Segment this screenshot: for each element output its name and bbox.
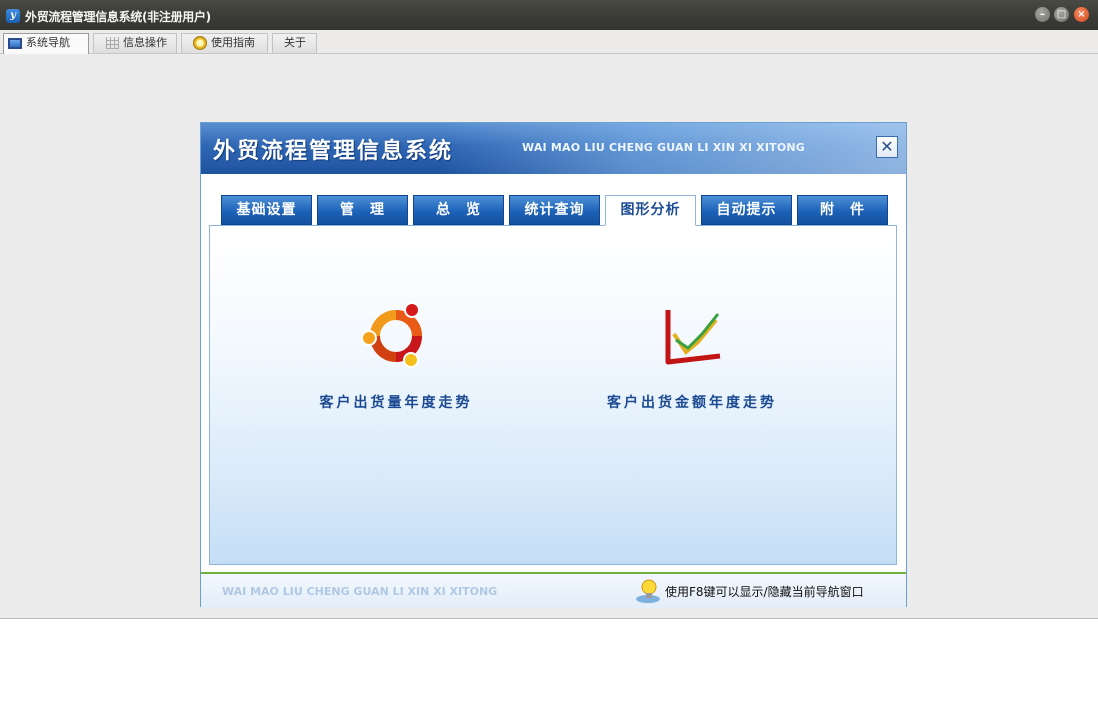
close-icon: ×	[1077, 9, 1086, 20]
title-bar[interactable]: y 外贸流程管理信息系统(非注册用户) – □ ×	[0, 0, 1098, 30]
lightbulb-icon	[636, 579, 660, 603]
tab-basic-settings[interactable]: 基础设置	[221, 195, 312, 225]
close-icon: ✕	[880, 137, 894, 156]
ring-chart-icon	[361, 302, 422, 368]
tab-label: 总 览	[436, 202, 481, 218]
tab-statistics-query[interactable]: 统计查询	[509, 195, 600, 225]
tab-label: 管 理	[340, 202, 385, 218]
tab-auto-reminder[interactable]: 自动提示	[701, 195, 792, 225]
minimize-button[interactable]: –	[1035, 7, 1050, 22]
tab-label: 附 件	[820, 202, 865, 218]
tab-label: 自动提示	[716, 202, 777, 218]
footer-hint: 使用F8键可以显示/隐藏当前导航窗口	[665, 585, 864, 599]
tab-info-operation[interactable]: 信息操作	[93, 33, 177, 53]
top-tab-bar: 系统导航 信息操作 使用指南 关于	[0, 30, 1098, 54]
tab-label: 信息操作	[123, 36, 167, 49]
feature-shipment-volume-trend[interactable]: 客户出货量年度走势	[276, 296, 516, 412]
tab-label: 图形分析	[620, 202, 681, 218]
maximize-button[interactable]: □	[1054, 7, 1069, 22]
tab-about[interactable]: 关于	[272, 33, 317, 53]
tab-user-guide[interactable]: 使用指南	[181, 33, 268, 53]
tab-label: 统计查询	[524, 202, 585, 218]
clock-icon	[193, 36, 207, 50]
tab-label: 关于	[284, 36, 306, 49]
navigator-close-button[interactable]: ✕	[876, 136, 898, 158]
minimize-icon: –	[1040, 9, 1045, 20]
navigator-tabs: 基础设置 管 理 总 览 统计查询 图形分析 自动提示 附 件	[201, 174, 906, 226]
maximize-icon: □	[1056, 9, 1067, 20]
feature-shipment-amount-trend[interactable]: 客户出货金额年度走势	[572, 296, 812, 412]
app-window: y 外贸流程管理信息系统(非注册用户) – □ × 系统导航 信息操作 使用指南…	[0, 0, 1098, 619]
navigator-header: 外贸流程管理信息系统 WAI MAO LIU CHENG GUAN LI XIN…	[201, 123, 906, 174]
tab-overview[interactable]: 总 览	[413, 195, 504, 225]
tab-label: 系统导航	[26, 36, 70, 49]
line-chart-icon	[665, 310, 721, 365]
navigator-body: 客户出货量年度走势 客户出货金额年度走势	[209, 225, 897, 565]
feature-label: 客户出货量年度走势	[319, 395, 473, 411]
tab-graph-analysis[interactable]: 图形分析	[605, 195, 696, 226]
footer-subtitle: WAI MAO LIU CHENG GUAN LI XIN XI XITONG	[222, 585, 498, 598]
grid-icon	[106, 37, 119, 49]
app-icon: y	[6, 9, 20, 23]
navigator-footer: WAI MAO LIU CHENG GUAN LI XIN XI XITONG …	[201, 572, 906, 608]
window-title: 外贸流程管理信息系统(非注册用户)	[25, 10, 211, 24]
feature-label: 客户出货金额年度走势	[607, 395, 777, 411]
monitor-icon	[8, 37, 22, 49]
navigator-title: 外贸流程管理信息系统	[213, 139, 454, 164]
close-window-button[interactable]: ×	[1074, 7, 1089, 22]
navigator-subtitle: WAI MAO LIU CHENG GUAN LI XIN XI XITONG	[522, 141, 806, 154]
tab-attachments[interactable]: 附 件	[797, 195, 888, 225]
tab-management[interactable]: 管 理	[317, 195, 408, 225]
tab-label: 使用指南	[211, 36, 255, 49]
tab-label: 基础设置	[236, 202, 297, 218]
tab-system-navigation[interactable]: 系统导航	[3, 33, 89, 54]
navigator-panel: 外贸流程管理信息系统 WAI MAO LIU CHENG GUAN LI XIN…	[200, 122, 907, 608]
